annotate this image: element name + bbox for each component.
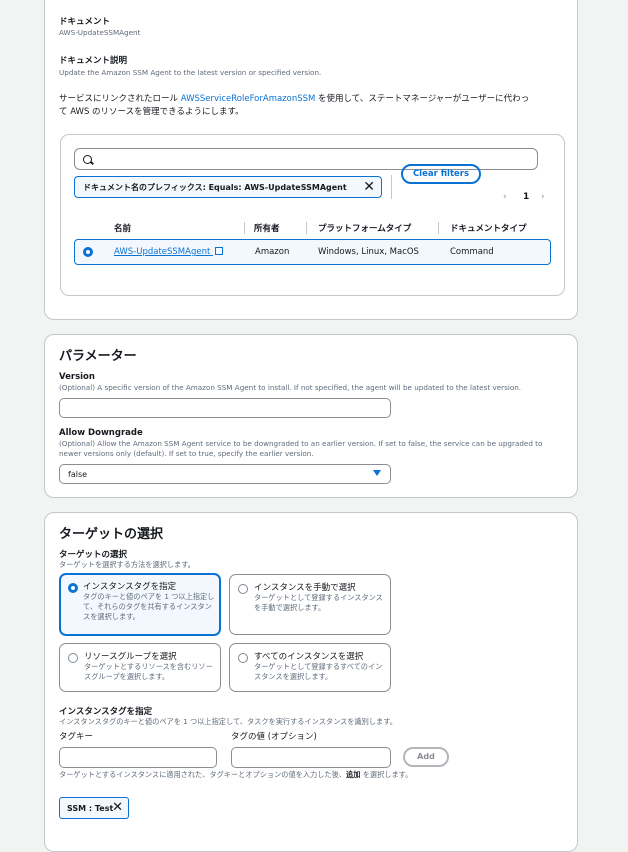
service-role-link[interactable]: AWSServiceRoleForAmazonSSM	[181, 94, 316, 104]
column-header-owner[interactable]: 所有者	[254, 222, 280, 234]
target-option-all-radio[interactable]	[238, 653, 248, 663]
parameters-title: パラメーター	[59, 349, 137, 364]
downgrade-select[interactable]: false	[59, 464, 391, 484]
document-name: AWS-UpdateSSMAgent	[59, 28, 141, 37]
tag-token: SSM : Test ✕	[59, 797, 129, 819]
document-table: ドキュメント名のプレフィックス: Equals: AWS-UpdateSSMAg…	[60, 134, 565, 296]
tag-value-label: タグの値 (オプション)	[231, 732, 317, 742]
filter-token: ドキュメント名のプレフィックス: Equals: AWS-UpdateSSMAg…	[74, 176, 382, 198]
search-icon-handle	[90, 161, 94, 165]
add-tag-button[interactable]: Add	[403, 747, 449, 767]
targets-label: ターゲットの選択	[59, 550, 128, 560]
column-header-name[interactable]: 名前	[114, 222, 131, 234]
target-option-all[interactable]: すべてのインスタンスを選択 ターゲットとして登録するすべてのインスタンスを選択し…	[229, 643, 391, 692]
target-option-manual-radio[interactable]	[238, 584, 248, 594]
row-name-link[interactable]: AWS-UpdateSSMAgent	[114, 247, 223, 257]
downgrade-desc: (Optional) Allow the Amazon SSM Agent se…	[59, 439, 543, 458]
page-number[interactable]: 1	[523, 192, 529, 202]
version-input[interactable]	[59, 398, 391, 418]
version-desc: (Optional) A specific version of the Ama…	[59, 383, 522, 392]
target-option-resource-group[interactable]: リソースグループを選択 ターゲットとするリソースを含むリソースグループを選択しま…	[59, 643, 221, 692]
dismiss-tag-icon[interactable]: ✕	[112, 800, 123, 815]
target-option-tags[interactable]: インスタンスタグを指定 タグのキーと値のペアを 1 つ以上指定して、それらのタグ…	[59, 573, 221, 636]
service-role-text: サービスにリンクされたロール AWSServiceRoleForAmazonSS…	[59, 94, 530, 117]
chevron-right-icon[interactable]: ›	[541, 192, 545, 202]
document-desc-heading: ドキュメント説明	[59, 56, 128, 66]
tags-label: インスタンスタグを指定	[59, 707, 153, 717]
table-row[interactable]: AWS-UpdateSSMAgent Amazon Windows, Linux…	[74, 239, 551, 265]
chevron-left-icon[interactable]: ‹	[503, 192, 507, 202]
target-option-resource-group-radio[interactable]	[68, 653, 78, 663]
tag-key-input[interactable]	[59, 747, 217, 768]
downgrade-label: Allow Downgrade	[59, 428, 143, 438]
version-label: Version	[59, 372, 95, 382]
external-link-icon	[215, 247, 223, 255]
tags-hint: ターゲットとするインスタンスに適用された、タグキーとオプションの値を入力した後、…	[59, 770, 413, 779]
targets-title: ターゲットの選択	[59, 527, 164, 542]
row-platform: Windows, Linux, MacOS	[318, 247, 419, 257]
clear-filters-button[interactable]: Clear filters	[401, 164, 481, 184]
document-desc-text: Update the Amazon SSM Agent to the lates…	[59, 68, 322, 77]
target-option-manual[interactable]: インスタンスを手動で選択 ターゲットとして登録するインスタンスを手動で選択します…	[229, 574, 391, 635]
dismiss-filter-icon[interactable]: ✕	[363, 179, 375, 195]
document-section: ドキュメント AWS-UpdateSSMAgent ドキュメント説明 Updat…	[44, 0, 578, 320]
caret-down-icon	[373, 470, 381, 476]
row-owner: Amazon	[255, 247, 290, 257]
tag-value-input[interactable]	[231, 747, 391, 768]
targets-section: ターゲットの選択 ターゲットの選択 ターゲットを選択する方法を選択します。 イン…	[44, 512, 578, 852]
target-option-tags-radio[interactable]	[68, 583, 78, 593]
row-type: Command	[450, 247, 494, 257]
filter-divider	[391, 175, 392, 199]
tag-key-label: タグキー	[59, 732, 94, 742]
column-header-type[interactable]: ドキュメントタイプ	[450, 222, 527, 234]
table-header: 名前 所有者 プラットフォームタイプ ドキュメントタイプ	[61, 222, 566, 236]
column-header-platform[interactable]: プラットフォームタイプ	[318, 222, 411, 234]
parameters-section: パラメーター Version (Optional) A specific ver…	[44, 334, 578, 498]
tags-desc: インスタンスタグのキーと値のペアを 1 つ以上指定して、タスクを実行するインスタ…	[59, 717, 397, 726]
pagination: ‹ 1 ›	[503, 192, 563, 206]
document-heading: ドキュメント	[59, 17, 111, 27]
row-radio[interactable]	[83, 247, 93, 257]
targets-desc: ターゲットを選択する方法を選択します。	[59, 560, 195, 569]
